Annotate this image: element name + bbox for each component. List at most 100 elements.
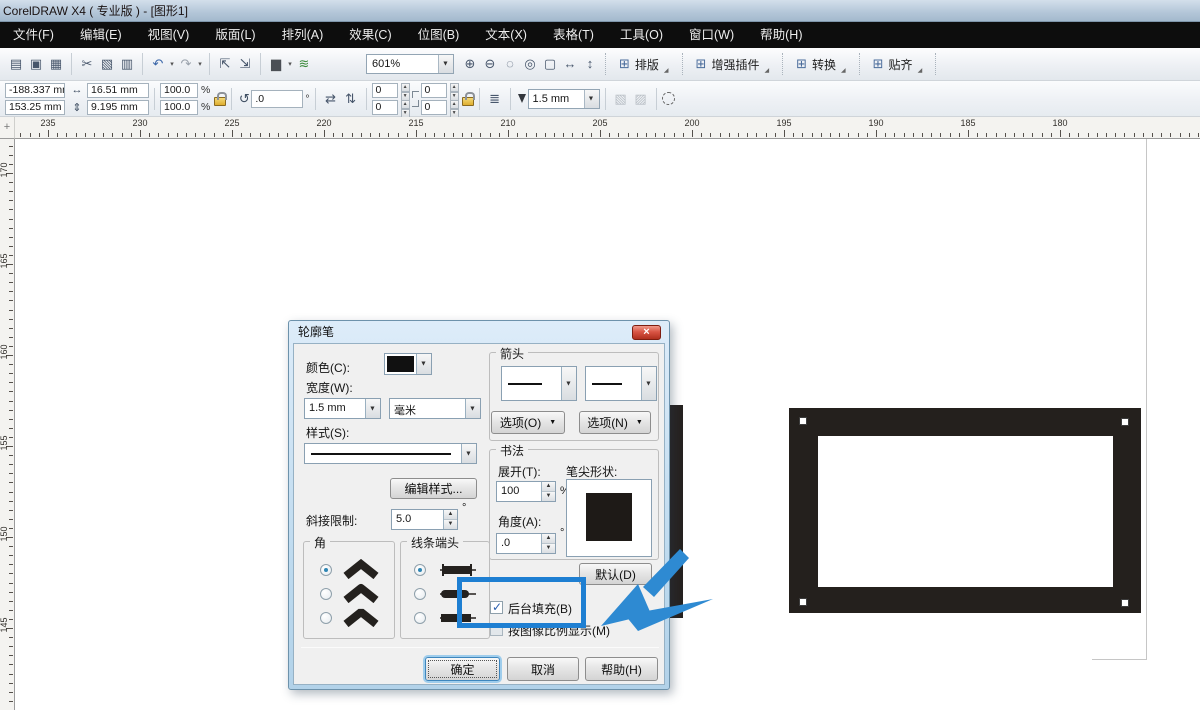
object-height-field[interactable]: 9.195 mm [87,100,149,115]
help-button[interactable]: 帮助(H) [585,657,658,681]
corner-radius-br-spinner[interactable]: ▲▼ [450,100,459,115]
corner-miter-radio[interactable] [320,564,332,576]
close-icon[interactable]: × [632,325,661,340]
scale-y-field[interactable]: 100.0 [160,100,198,115]
selected-rectangle-object[interactable] [789,408,1141,613]
zoom-out-icon[interactable]: ⊖ [480,54,500,74]
mirror-vertical-icon[interactable]: ⇅ [341,89,361,109]
width-unit-combo[interactable]: 毫米 [389,398,481,419]
cap-round-radio[interactable] [414,588,426,600]
object-node-handle[interactable] [799,598,807,606]
miter-spin-buttons[interactable]: ▲▼ [443,510,457,529]
toolbar-button-4[interactable]: ⊞贴齐◢ [865,52,931,76]
object-position-y-field[interactable]: 153.25 mm [5,100,65,115]
menu-item-1[interactable]: 文件(F) [0,22,67,48]
outline-width-dropdown-icon[interactable] [584,90,599,108]
menu-item-4[interactable]: 版面(L) [202,22,268,48]
toolbar-button-3[interactable]: ⊞转换◢ [788,52,854,76]
menu-item-12[interactable]: 帮助(H) [747,22,815,48]
object-width-field[interactable]: 16.51 mm [87,83,149,98]
copy-outline-properties-icon[interactable]: ▨ [631,89,651,109]
start-arrow-dropdown-icon[interactable] [561,367,576,400]
color-dropdown-icon[interactable] [416,354,431,374]
undo-icon[interactable]: ↶ [148,54,168,74]
zoom-level-dropdown-icon[interactable] [438,55,453,73]
angle-spinner[interactable]: .0 ▲▼ [496,533,556,554]
vertical-ruler[interactable]: 170165160155150145 [0,139,15,710]
width-dropdown-icon[interactable] [365,399,380,418]
copy-fill-properties-icon[interactable]: ▧ [611,89,631,109]
application-launcher-dropdown-icon[interactable]: ▾ [286,60,294,68]
zoom-in-icon[interactable]: ⊕ [460,54,480,74]
object-node-handle[interactable] [1121,599,1129,607]
cancel-button[interactable]: 取消 [507,657,579,681]
corner-radius-tr-field[interactable]: 0 [421,83,447,98]
color-swatch-black[interactable] [387,356,414,372]
zoom-all-objects-icon[interactable]: ◎ [520,54,540,74]
export-icon[interactable]: ⇲ [235,54,255,74]
zoom-page-icon[interactable]: ▢ [540,54,560,74]
ok-button[interactable]: 确定 [425,657,500,681]
toolbar-button-1[interactable]: ⊞排版◢ [611,52,677,76]
width-combo[interactable]: 1.5 mm [304,398,381,419]
zoom-level-value[interactable]: 601% [367,55,438,73]
rotation-center-icon[interactable] [662,92,675,105]
object-node-handle[interactable] [799,417,807,425]
menu-item-8[interactable]: 文本(X) [472,22,540,48]
redo-dropdown-icon[interactable]: ▾ [196,60,204,68]
unit-dropdown-icon[interactable] [465,399,480,418]
end-arrow-combo[interactable] [585,366,657,401]
print-icon[interactable]: ▦ [46,54,66,74]
application-launcher-icon[interactable]: ▆ [266,54,286,74]
menu-item-7[interactable]: 位图(B) [405,22,473,48]
corner-radius-br-field[interactable]: 0 [421,100,447,115]
stretch-spin-buttons[interactable]: ▲▼ [541,482,555,501]
scale-x-field[interactable]: 100.0 [160,83,198,98]
mirror-horizontal-icon[interactable]: ⇄ [321,89,341,109]
menu-item-11[interactable]: 窗口(W) [676,22,747,48]
paste-icon[interactable]: ▥ [117,54,137,74]
undo-dropdown-icon[interactable]: ▾ [168,60,176,68]
menu-item-2[interactable]: 编辑(E) [67,22,135,48]
angle-value[interactable]: .0 [497,534,541,553]
outline-color-combo[interactable] [384,353,432,375]
text-wrap-icon[interactable]: ≣ [485,89,505,109]
stretch-spinner[interactable]: 100 ▲▼ [496,481,556,502]
save-icon[interactable]: ▣ [26,54,46,74]
start-arrow-combo[interactable] [501,366,577,401]
cut-icon[interactable]: ✂ [77,54,97,74]
options-start-button[interactable]: 选项(O)▼ [491,411,565,434]
menu-item-9[interactable]: 表格(T) [540,22,607,48]
zoom-page-height-icon[interactable]: ↕ [580,54,600,74]
corner-radius-tl-spinner[interactable]: ▲▼ [401,83,410,98]
lock-corners-icon[interactable] [462,97,474,106]
horizontal-ruler[interactable]: 235230225220215210205200195190185180 [15,117,1200,139]
dialog-title[interactable]: 轮廓笔 [289,321,669,343]
end-arrow-dropdown-icon[interactable] [641,367,656,400]
zoom-selected-icon[interactable]: ◌ [500,54,520,74]
miter-limit-value[interactable]: 5.0 [392,510,443,529]
stretch-value[interactable]: 100 [497,482,541,501]
miter-limit-spinner[interactable]: 5.0 ▲▼ [391,509,458,530]
line-style-combo[interactable] [304,443,477,464]
corner-radius-tl-field[interactable]: 0 [372,83,398,98]
corner-radius-tr-spinner[interactable]: ▲▼ [450,83,459,98]
corner-radius-bl-spinner[interactable]: ▲▼ [401,100,410,115]
corner-radius-bl-field[interactable]: 0 [372,100,398,115]
redo-icon[interactable]: ↷ [176,54,196,74]
corner-round-radio[interactable] [320,588,332,600]
menu-item-3[interactable]: 视图(V) [135,22,203,48]
angle-spin-buttons[interactable]: ▲▼ [541,534,555,553]
object-node-handle[interactable] [1121,418,1129,426]
lock-ratio-icon[interactable] [214,97,226,106]
style-dropdown-icon[interactable] [461,444,476,463]
width-unit-value[interactable]: 毫米 [390,399,465,418]
outline-width-value[interactable]: 1.5 mm [529,90,584,108]
ruler-origin-icon[interactable]: + [0,117,15,139]
cap-butt-radio[interactable] [414,564,426,576]
edit-style-button[interactable]: 编辑样式... [390,478,477,499]
width-value[interactable]: 1.5 mm [305,399,365,418]
open-icon[interactable]: ▤ [6,54,26,74]
options-end-button[interactable]: 选项(N)▼ [579,411,651,434]
zoom-level-combo[interactable]: 601% [366,54,454,74]
